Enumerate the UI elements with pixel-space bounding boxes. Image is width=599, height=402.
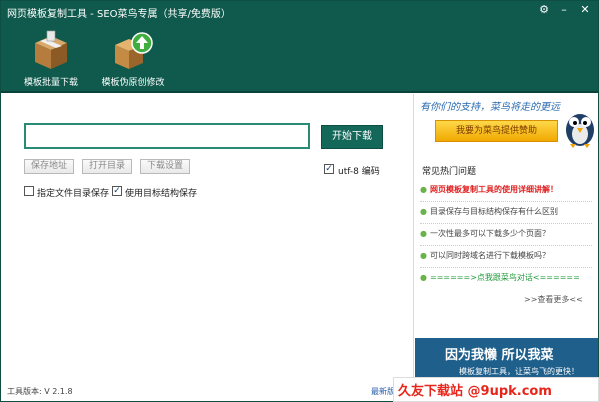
bullet-icon: ● (420, 229, 427, 238)
bullet-icon: ● (420, 207, 427, 216)
sponsor-button[interactable]: 我要为菜鸟提供赞助 (435, 120, 558, 142)
window-title: 网页模板复制工具 - SEO菜鸟专属（共享/免费版） (7, 9, 231, 20)
divider (420, 223, 592, 224)
bullet-icon: ● (420, 251, 427, 260)
download-settings-button[interactable]: 下载设置 (140, 159, 190, 174)
faq-item[interactable]: ● 网页模板复制工具的使用详细讲解！ (420, 184, 592, 199)
faq-item[interactable]: ● 可以同时跨域名进行下载模板吗？ (420, 250, 592, 265)
faq-item-text: 目录保存与目标结构保存有什么区别 (429, 207, 558, 216)
faq-item-text: 可以同时跨域名进行下载模板吗？ (429, 251, 550, 260)
faq-item[interactable]: ● ======>点我跟菜鸟对话<====== (420, 272, 592, 287)
utf8-label: utf-8 编码 (338, 167, 380, 177)
box-upload-icon (115, 32, 153, 69)
title-bar[interactable]: 网页模板复制工具 - SEO菜鸟专属（共享/免费版） ⚙ – ✕ (1, 1, 598, 21)
app-window: 网页模板复制工具 - SEO菜鸟专属（共享/免费版） ⚙ – ✕ 模板批量下载 (0, 0, 599, 402)
bullet-icon: ● (420, 185, 427, 194)
specify-directory-label: 指定文件目录保存 (37, 189, 110, 199)
version-label: 工具版本: V 2.1.8 (7, 387, 73, 396)
more-link[interactable]: >>查看更多<< (524, 294, 583, 305)
use-target-structure-label: 使用目标结构保存 (125, 189, 198, 199)
divider (420, 267, 592, 268)
batch-download-button[interactable]: 模板批量下载 (16, 29, 86, 89)
use-target-structure-checkbox[interactable]: ✓ (112, 186, 122, 196)
faq-item[interactable]: ● 一次性最多可以下载多少个页面？ (420, 228, 592, 243)
checkmark-icon: ✓ (113, 186, 121, 196)
banner-headline: 因为我懒 所以我菜 (445, 348, 554, 363)
utf8-checkbox[interactable]: ✓ (324, 164, 334, 174)
faq-item-text: 一次性最多可以下载多少个页面？ (429, 229, 550, 238)
minimize-icon[interactable]: – (556, 2, 572, 18)
divider (420, 201, 592, 202)
divider (420, 245, 592, 246)
open-directory-button[interactable]: 打开目录 (82, 159, 132, 174)
url-input[interactable] (24, 123, 310, 149)
bullet-icon: ● (420, 273, 427, 282)
start-download-button[interactable]: 开始下载 (321, 125, 383, 149)
toolbar-label-batch-download: 模板批量下载 (23, 78, 78, 88)
close-icon[interactable]: ✕ (577, 2, 593, 18)
pseudo-original-button[interactable]: 模板伪原创修改 (98, 29, 168, 89)
watermark-text: 久友下载站 @9upk.com (398, 384, 552, 399)
toolbar: 模板批量下载 模板伪原创修改 (1, 21, 598, 93)
toolbar-label-pseudo-original: 模板伪原创修改 (101, 78, 165, 88)
settings-icon[interactable]: ⚙ (536, 2, 552, 18)
newest-version-link[interactable]: 最新版 (371, 386, 395, 397)
save-address-button[interactable]: 保存地址 (24, 159, 74, 174)
faq-item-text: ======>点我跟菜鸟对话<====== (429, 273, 580, 282)
specify-directory-checkbox[interactable] (24, 186, 34, 196)
faq-item[interactable]: ● 目录保存与目标结构保存有什么区别 (420, 206, 592, 221)
checkmark-icon: ✓ (325, 164, 333, 174)
faq-title: 常见热门问题 (422, 167, 477, 177)
bird-mascot-icon (566, 114, 594, 148)
support-text: 有你们的支持，菜鸟将走的更远 (420, 102, 560, 113)
package-box-icon (35, 30, 67, 69)
banner-subline: 模板复制工具，让菜鸟飞的更快！ (459, 367, 579, 376)
watermark: 久友下载站 @9upk.com (393, 377, 599, 402)
faq-item-text: 网页模板复制工具的使用详细讲解！ (429, 185, 558, 194)
